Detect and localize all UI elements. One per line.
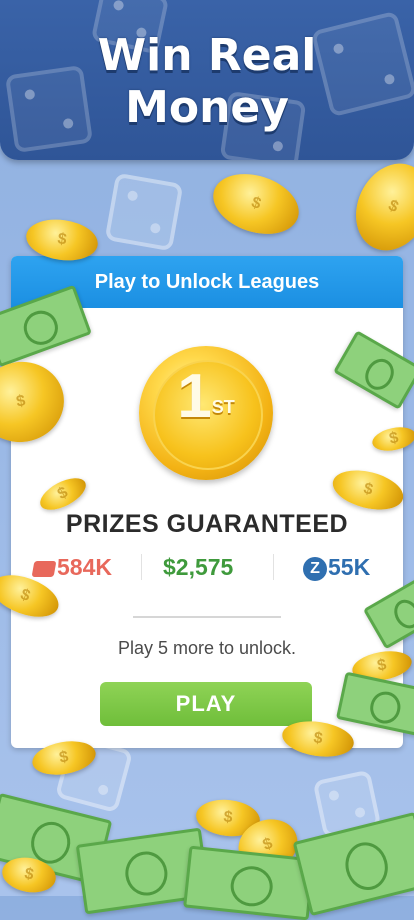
- unlock-progress-text: Play 5 more to unlock.: [117, 638, 297, 658]
- cash-stat: $2,575: [163, 554, 234, 580]
- z-coin-icon: Z: [303, 556, 327, 581]
- dollar-bill-icon: [183, 845, 315, 920]
- prize-stats: 584K $2,575 Z 55K: [11, 552, 403, 582]
- title-line-1: Win Real: [97, 30, 317, 81]
- ticket-icon: [31, 560, 57, 577]
- header-banner: Win Real Money: [0, 0, 414, 160]
- section-divider: [133, 616, 281, 618]
- gold-coin-icon: [342, 151, 414, 263]
- play-button[interactable]: PLAY: [100, 682, 312, 726]
- medal-rank-suffix: ST: [211, 397, 235, 417]
- page-title: Win Real Money: [0, 30, 414, 134]
- z-value: 55K: [328, 554, 371, 580]
- medal-rank-number: 1: [177, 362, 212, 431]
- first-place-medal-icon: 1ST: [139, 346, 273, 480]
- z-stat: Z 55K: [303, 552, 370, 582]
- gold-coin-icon: [205, 163, 307, 245]
- title-line-2: Money: [125, 82, 289, 133]
- stat-divider: [273, 554, 274, 580]
- tickets-stat: 584K: [31, 552, 112, 582]
- tickets-value: 584K: [57, 554, 112, 580]
- dice-icon: [104, 172, 184, 252]
- stat-divider: [141, 554, 142, 580]
- prizes-title: PRIZES GUARANTEED: [65, 510, 349, 538]
- medal-rank: 1ST: [139, 360, 273, 434]
- dollar-bill-icon: [292, 811, 414, 917]
